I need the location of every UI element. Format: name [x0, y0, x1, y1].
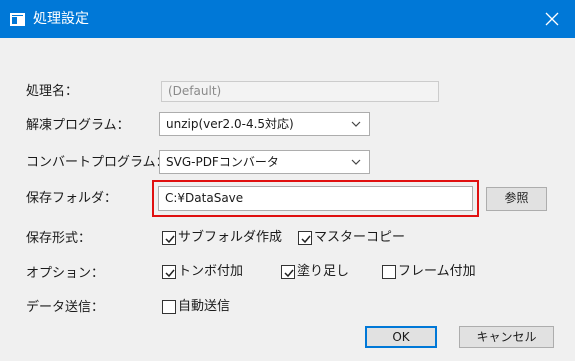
checkmark-icon: [165, 235, 175, 244]
convert-program-select[interactable]: SVG-PDFコンバータ: [159, 150, 370, 174]
bleed-checkbox[interactable]: 塗り足し: [281, 264, 349, 280]
close-icon: [545, 12, 559, 26]
process-name-field: (Default): [161, 81, 439, 102]
title-bar[interactable]: 処理設定: [0, 0, 575, 38]
browse-button[interactable]: 参照: [486, 187, 547, 211]
close-button[interactable]: [529, 0, 575, 38]
decompress-program-label: 解凍プログラム：: [26, 118, 130, 133]
frame-check-box[interactable]: [382, 265, 396, 279]
decompress-program-select[interactable]: unzip(ver2.0-4.5対応): [159, 112, 370, 136]
app-window-icon: [10, 13, 25, 26]
convert-program-value: SVG-PDFコンバータ: [166, 155, 279, 169]
window-title: 処理設定: [33, 11, 89, 27]
bleed-checkbox-label: 塗り足し: [297, 264, 350, 279]
tonbo-checkbox-label: トンボ付加: [178, 264, 244, 279]
data-send-label: データ送信：: [26, 300, 105, 315]
master-copy-check-box[interactable]: [298, 231, 312, 245]
cancel-button[interactable]: キャンセル: [459, 326, 554, 348]
tonbo-checkbox[interactable]: トンボ付加: [162, 264, 243, 280]
checkmark-icon: [165, 269, 175, 278]
bleed-check-box[interactable]: [281, 265, 295, 279]
subfolder-check-box[interactable]: [162, 231, 176, 245]
decompress-program-value: unzip(ver2.0-4.5対応): [166, 117, 294, 131]
master-copy-checkbox[interactable]: マスターコピー: [298, 230, 405, 246]
save-folder-label: 保存フォルダ：: [26, 191, 118, 206]
master-copy-checkbox-label: マスターコピー: [314, 230, 406, 245]
options-label: オプション：: [26, 266, 105, 281]
auto-send-checkbox[interactable]: 自動送信: [162, 299, 230, 315]
checkmark-icon: [301, 235, 311, 244]
process-name-label: 処理名：: [26, 84, 79, 99]
ok-button[interactable]: OK: [365, 326, 437, 348]
save-folder-input[interactable]: C:¥DataSave: [158, 186, 473, 211]
frame-checkbox[interactable]: フレーム付加: [382, 264, 476, 280]
subfolder-checkbox-label: サブフォルダ作成: [178, 230, 283, 245]
auto-send-checkbox-label: 自動送信: [178, 299, 231, 314]
chevron-down-icon: [351, 121, 361, 127]
frame-checkbox-label: フレーム付加: [398, 264, 476, 279]
checkmark-icon: [284, 269, 294, 278]
auto-send-check-box[interactable]: [162, 300, 176, 314]
subfolder-checkbox[interactable]: サブフォルダ作成: [162, 230, 282, 246]
convert-program-label: コンバートプログラム：: [26, 155, 169, 170]
tonbo-check-box[interactable]: [162, 265, 176, 279]
chevron-down-icon: [351, 159, 361, 165]
save-format-label: 保存形式：: [26, 231, 92, 246]
